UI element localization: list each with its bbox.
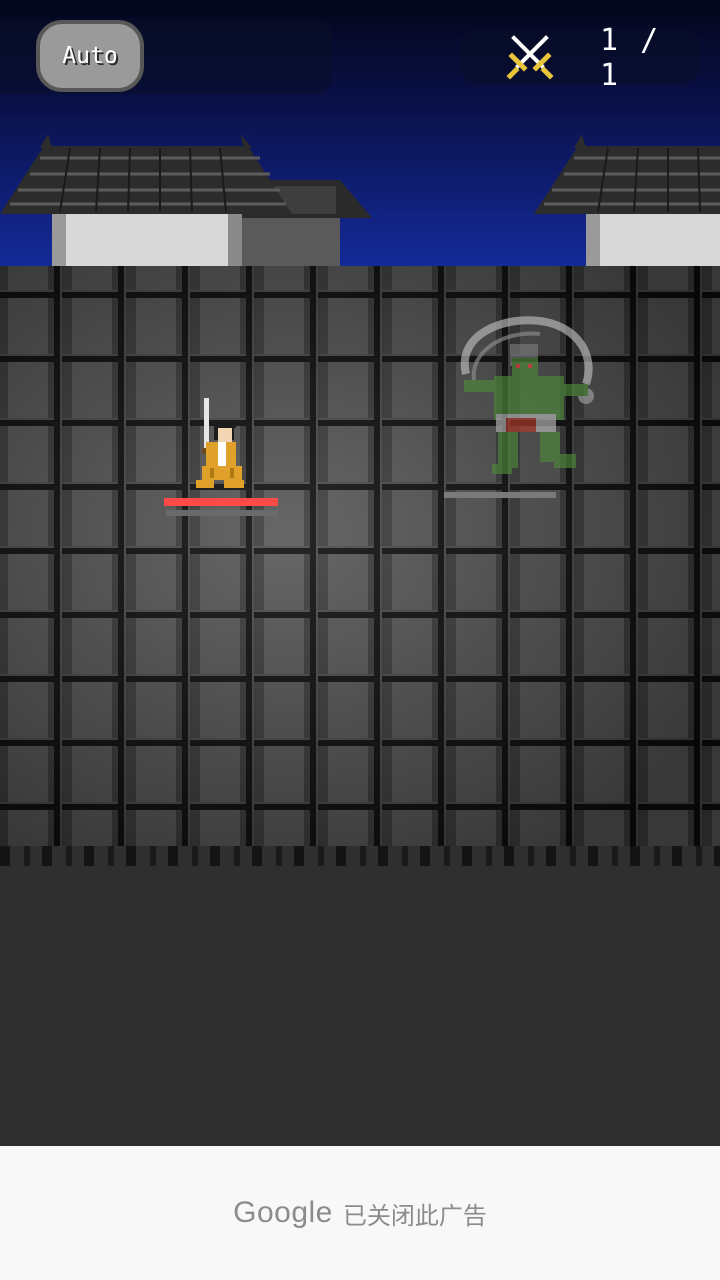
- ad-banner[interactable]: Google 已关闭此广告: [0, 1146, 720, 1280]
- player-hp-bar: [164, 498, 278, 506]
- enemy-hp-fill: [444, 492, 556, 498]
- castle-right: [534, 134, 720, 270]
- player-hp-fill: [164, 498, 278, 506]
- ad-closed-message: 已关闭此广告: [342, 1201, 487, 1230]
- wall-edge: [0, 846, 720, 868]
- samurai-player-character[interactable]: [180, 392, 260, 492]
- oni-demon-enemy[interactable]: [456, 314, 606, 484]
- ground-area: [0, 866, 720, 1146]
- wave-counter: 1 / 1: [600, 23, 661, 93]
- auto-button[interactable]: Auto: [36, 20, 144, 92]
- google-logo-text: Google: [233, 1196, 333, 1229]
- castle-left: [0, 134, 372, 270]
- player-skill-bar: [166, 510, 278, 516]
- castle-wall-battlefield: [0, 266, 720, 864]
- crossed-swords-icon: [506, 35, 554, 80]
- enemy-hp-bar: [444, 492, 556, 498]
